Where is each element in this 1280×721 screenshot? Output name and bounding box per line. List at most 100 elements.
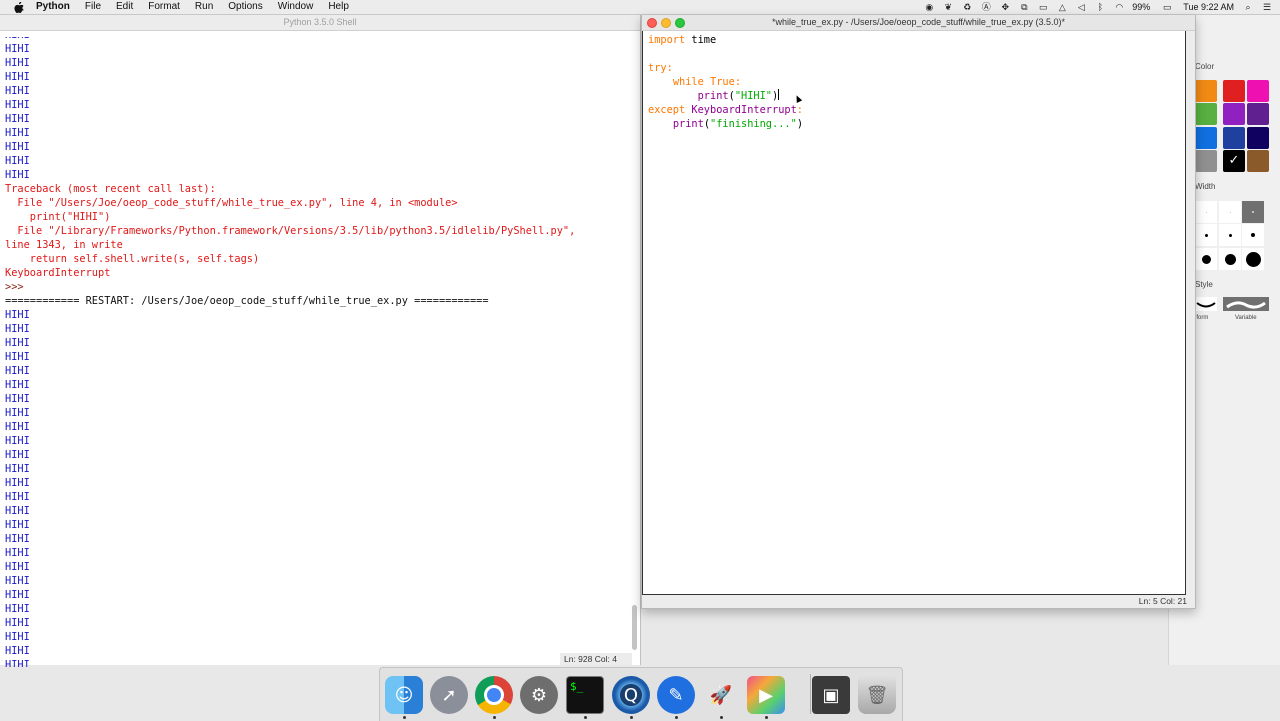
output-line: HIHI [5,519,30,531]
color-swatch[interactable] [1247,103,1269,125]
menu-help[interactable]: Help [328,0,349,14]
running-indicator [493,716,496,719]
clock[interactable]: Tue 9:22 AM [1183,0,1234,14]
menu-run[interactable]: Run [195,0,213,14]
output-line: HIHI [5,589,30,601]
evernote-icon[interactable]: ❦ [943,2,953,12]
output-line: HIHI [5,127,30,139]
terminal-icon[interactable]: $_ [566,676,604,714]
color-swatch[interactable] [1223,80,1245,102]
chrome-icon[interactable] [475,676,513,714]
output-line: HIHI [5,659,30,667]
width-option[interactable] [1195,248,1217,270]
spotlight-search-icon[interactable]: ⌕ [1243,2,1253,12]
system-preferences-icon[interactable]: ⚙ [520,676,558,714]
shell-output[interactable]: HIHI HIHI HIHI HIHI HIHI HIHI HIHI HIHI … [5,37,630,667]
width-option[interactable] [1242,201,1264,223]
menu-window[interactable]: Window [278,0,314,14]
code-text[interactable]: import time try: while True: print("HIHI… [648,33,803,131]
width-option[interactable] [1219,248,1241,270]
zoom-window-button[interactable] [675,18,685,28]
running-indicator [584,716,587,719]
trash-icon[interactable]: 🗑 [858,676,896,714]
folder-stack-icon[interactable]: ▣ [812,676,850,714]
final-cut-icon[interactable]: ▶ [747,676,785,714]
menu-app-python[interactable]: Python [36,0,70,14]
quicktime-icon[interactable]: Q [612,676,650,714]
shell-window: Python 3.5.0 Shell HIHI HIHI HIHI HIHI H… [0,15,641,667]
dropbox-icon[interactable]: ✥ [1000,2,1010,12]
output-line: HIHI [5,505,30,517]
width-option[interactable] [1195,224,1217,246]
record-icon[interactable]: ◉ [924,2,934,12]
output-line: HIHI [5,99,30,111]
color-swatch[interactable] [1223,127,1245,149]
notification-center-icon[interactable]: ☰ [1262,2,1272,12]
output-line: HIHI [5,337,30,349]
finder-icon[interactable]: ☺ [385,676,423,714]
style-label: Style [1195,280,1213,289]
output-line: HIHI [5,407,30,419]
width-option[interactable] [1242,248,1264,270]
airplay-icon[interactable]: △ [1057,2,1067,12]
style-variable-label: Variable [1235,315,1257,321]
width-option[interactable] [1195,201,1217,223]
display-icon[interactable]: ▭ [1038,2,1048,12]
app-store-icon[interactable]: Ⓐ [981,2,991,12]
color-swatch[interactable] [1195,150,1217,172]
width-option[interactable] [1242,224,1264,246]
output-line: HIHI [5,631,30,643]
output-line: HIHI [5,435,30,447]
launchpad-icon[interactable]: ➚ [430,676,468,714]
code-line-6: except KeyboardInterrupt: [648,103,803,117]
style-variable-option[interactable] [1223,297,1269,311]
width-option[interactable] [1219,224,1241,246]
style-uniform-option[interactable] [1195,297,1217,311]
color-swatch[interactable]: ✓ [1223,150,1245,172]
color-swatch[interactable] [1195,103,1217,125]
battery-icon[interactable]: ▭ [1159,2,1175,12]
minimize-window-button[interactable] [661,18,671,28]
close-window-button[interactable] [647,18,657,28]
menu-format[interactable]: Format [148,0,180,14]
menu-options[interactable]: Options [228,0,262,14]
color-swatch[interactable] [1247,150,1269,172]
menu-edit[interactable]: Edit [116,0,133,14]
shell-scrollbar[interactable] [632,605,637,650]
width-dot-icon [1245,251,1261,267]
shell-status: Ln: 928 Col: 4 [560,653,632,665]
color-swatch[interactable] [1247,80,1269,102]
status-area: ◉ ❦ ♻ Ⓐ ✥ ⧉ ▭ △ ◁ ᛒ ◠ 99% ▭ Tue 9:22 AM … [915,0,1272,14]
color-swatch[interactable] [1247,127,1269,149]
volume-icon[interactable]: ◁ [1076,2,1086,12]
code-line-1: import time [648,33,803,47]
traceback-line: KeyboardInterrupt [5,267,111,279]
output-line: HIHI [5,561,30,573]
bluetooth-icon[interactable]: ᛒ [1095,2,1105,12]
code-editor[interactable]: import time try: while True: print("HIHI… [642,31,1186,595]
apple-menu-icon[interactable] [14,1,25,13]
wifi-icon[interactable]: ◠ [1114,2,1124,12]
sync-icon[interactable]: ♻ [962,2,972,12]
shell-title: Python 3.5.0 Shell [0,15,640,31]
color-swatch[interactable] [1195,80,1217,102]
width-label: Width [1195,182,1216,191]
builtin-print: print [672,118,704,130]
colon: : [796,104,803,116]
color-swatch[interactable] [1195,127,1217,149]
output-line: HIHI [5,85,30,97]
menu-file[interactable]: File [85,0,101,14]
battery-percent: 99% [1132,2,1151,12]
output-line: HIHI [5,533,30,545]
pencil-app-icon[interactable]: ✎ [657,676,695,714]
color-swatch[interactable] [1223,103,1245,125]
output-line: HIHI [5,113,30,125]
window-icon[interactable]: ⧉ [1019,2,1029,12]
string-literal: "finishing..." [710,118,797,130]
output-line: HIHI [5,43,30,55]
menu-bar: Python File Edit Format Run Options Wind… [0,0,1280,15]
width-option[interactable] [1219,201,1241,223]
editor-titlebar: *while_true_ex.py - /Users/Joe/oeop_code… [642,15,1195,31]
rocket-icon[interactable]: 🚀 [702,676,740,714]
